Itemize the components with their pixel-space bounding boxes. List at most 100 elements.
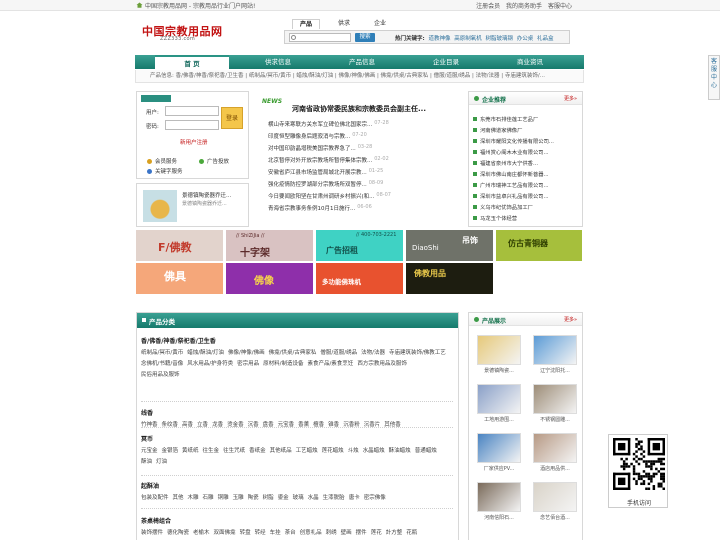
banner-bronze[interactable]: 仿古青铜器 bbox=[496, 230, 582, 261]
category-link[interactable]: 密宗佛像 bbox=[364, 495, 386, 501]
search-tab-product[interactable]: 产品 bbox=[292, 19, 320, 29]
company-item[interactable]: 河南佛道家佛像厂 bbox=[473, 126, 522, 134]
category-link[interactable]: 蜡烛/酥油/灯油 bbox=[187, 350, 224, 356]
category-link[interactable]: 车挂 bbox=[270, 530, 281, 536]
category-link[interactable]: 茶台 bbox=[285, 530, 296, 536]
hot-keyword[interactable]: 道教神像 bbox=[428, 36, 450, 42]
company-item[interactable]: 马龙玉个体经营 bbox=[473, 214, 517, 222]
category-link[interactable]: 装饰摆件 bbox=[141, 530, 163, 536]
banner-bead-machine[interactable]: 多功能佛珠机 bbox=[316, 263, 403, 294]
news-headline[interactable]: 河南省政协常委民族和宗教委员会副主任... bbox=[292, 104, 426, 114]
category-link[interactable]: 佛像/神像/佛画 bbox=[228, 350, 265, 356]
hot-keyword[interactable]: 办公桌 bbox=[517, 36, 534, 42]
category-link[interactable]: 黄纸纸 bbox=[182, 448, 199, 454]
product-card[interactable]: 酒店用品供... bbox=[533, 433, 577, 472]
category-link[interactable]: 寺庙建筑装饰/佛教工艺 bbox=[389, 350, 446, 356]
news-item[interactable]: 印度恒型雕像身后题寂消与宗教... 07-20 bbox=[268, 132, 460, 141]
category-link[interactable]: 唐卡 bbox=[349, 495, 360, 501]
category-link[interactable]: 壁画 bbox=[341, 530, 352, 536]
category-link[interactable]: 灯油 bbox=[156, 459, 167, 465]
category-link[interactable]: 原材料/制造设备 bbox=[263, 361, 303, 367]
product-card[interactable]: 辽宁沈阳托... bbox=[533, 335, 577, 374]
ad-service-link[interactable]: 广告投放 bbox=[199, 157, 229, 165]
category-link[interactable]: 陶瓷 bbox=[248, 495, 259, 501]
category-link[interactable]: 刺绣 bbox=[326, 530, 337, 536]
news-item[interactable]: 青海省宗教事务条例10月1日施行... 06-06 bbox=[268, 204, 460, 213]
category-link[interactable]: 工艺蜡烛 bbox=[296, 448, 318, 454]
category-link[interactable]: 酥油 bbox=[141, 459, 152, 465]
member-service-link[interactable]: 会员服务 bbox=[147, 157, 177, 165]
search-input[interactable] bbox=[289, 33, 351, 42]
company-item[interactable]: 深圳市益卓兴礼品有限公司... bbox=[473, 192, 549, 200]
category-link[interactable]: 酥油蜡烛 bbox=[389, 448, 411, 454]
category-title[interactable]: 茶桌椅组合 bbox=[141, 516, 453, 525]
news-item[interactable]: 强化疫情防控罗湖部分宗教场所双暂停... 08-09 bbox=[268, 180, 460, 189]
category-link[interactable]: 转经 bbox=[255, 530, 266, 536]
category-link[interactable]: 莲花蜡烛 bbox=[322, 448, 344, 454]
company-item[interactable]: 深圳市佛山南庄都怀新菩器... bbox=[473, 170, 549, 178]
category-link[interactable]: 佛龛/供桌/古典家私 bbox=[269, 350, 317, 356]
nav-companies[interactable]: 企业目录 bbox=[409, 55, 483, 69]
category-link[interactable]: 素食产品/素食烹饪 bbox=[307, 361, 353, 367]
category-link[interactable]: 铜雕 bbox=[218, 495, 229, 501]
featured-ad[interactable]: 景德镇陶瓷器乔迁... 景德镇陶瓷器乔迁... bbox=[136, 183, 249, 227]
hot-keyword[interactable]: 树脂玻璃钢 bbox=[485, 36, 513, 42]
category-link[interactable]: 树脂 bbox=[263, 495, 274, 501]
category-link[interactable]: 摆件 bbox=[356, 530, 367, 536]
nav-news[interactable]: 商业资讯 bbox=[493, 55, 567, 69]
nav-supply[interactable]: 供求信息 bbox=[241, 55, 315, 69]
banner-ritual-items[interactable]: 佛具 bbox=[136, 263, 223, 294]
category-link[interactable]: 玻璃 bbox=[293, 495, 304, 501]
product-card[interactable]: 景德镇陶瓷... bbox=[477, 335, 521, 374]
company-item[interactable]: 义乌市纪优饰品加工厂 bbox=[473, 203, 533, 211]
nav-products[interactable]: 产品信息 bbox=[325, 55, 399, 69]
category-link[interactable]: 香纸金 bbox=[249, 448, 266, 454]
category-link[interactable]: 双面佛龛 bbox=[214, 530, 236, 536]
category-link[interactable]: 莲花 bbox=[371, 530, 382, 536]
product-card[interactable]: 厂家供应PV... bbox=[477, 433, 521, 472]
category-link[interactable]: 法物/法器 bbox=[361, 350, 385, 356]
banner-pendant[interactable]: DiaoShi 吊饰 bbox=[406, 230, 493, 261]
product-card[interactable]: 河南信阳石... bbox=[477, 482, 521, 521]
category-link[interactable]: 普通蜡烛 bbox=[415, 448, 437, 454]
category-link[interactable]: 包装及配件 bbox=[141, 495, 169, 501]
company-item[interactable]: 广州市瑞神工艺品有限公司... bbox=[473, 181, 549, 189]
product-card[interactable]: 工地用游围... bbox=[477, 384, 521, 423]
category-link[interactable]: 花瓶 bbox=[406, 530, 417, 536]
mobile-qr[interactable]: 手机访问 bbox=[608, 434, 668, 508]
category-link[interactable]: 斗烛 bbox=[348, 448, 359, 454]
keyword-service-link[interactable]: 关键字服务 bbox=[147, 167, 183, 175]
home-icon[interactable] bbox=[136, 2, 143, 8]
company-item[interactable]: 东莞市石排佳莲工艺品厂 bbox=[473, 115, 538, 123]
category-link[interactable]: 创意礼品 bbox=[300, 530, 322, 536]
products-more-link[interactable]: 更多» bbox=[564, 316, 577, 323]
category-link[interactable]: 密宗用品 bbox=[237, 361, 259, 367]
banner-buddhism[interactable]: F/佛教 bbox=[136, 230, 223, 261]
category-link[interactable]: 民俗用品及服饰 bbox=[141, 372, 180, 378]
banner-ad-rental[interactable]: // 400-703-2221 广告招租 bbox=[316, 230, 403, 261]
category-link[interactable]: 鎏金 bbox=[278, 495, 289, 501]
username-input[interactable] bbox=[165, 106, 219, 116]
category-link[interactable]: 玉雕 bbox=[233, 495, 244, 501]
category-link[interactable]: 其他 bbox=[173, 495, 184, 501]
category-link[interactable]: 元宝金 bbox=[141, 448, 158, 454]
category-link[interactable]: 金银箔 bbox=[162, 448, 179, 454]
category-link[interactable]: 往生金 bbox=[203, 448, 220, 454]
category-link[interactable]: 往生咒纸 bbox=[223, 448, 245, 454]
category-link[interactable]: 木雕 bbox=[188, 495, 199, 501]
category-link[interactable]: 转盘 bbox=[240, 530, 251, 536]
category-link[interactable]: 水晶 bbox=[308, 495, 319, 501]
register-link[interactable]: 新用户注册 bbox=[180, 138, 208, 146]
category-link[interactable]: 生漆脱胎 bbox=[323, 495, 345, 501]
category-title[interactable]: 香/佛香/神香/祭祀香/卫生香 bbox=[141, 336, 453, 345]
subnav-links[interactable]: 香/佛香/神香/祭祀香/卫生香 | 纸制品/冥币/黄币 | 蜡烛/酥油/灯油 |… bbox=[176, 73, 545, 79]
search-button[interactable]: 搜索 bbox=[355, 33, 375, 42]
banner-statues[interactable]: 佛像 bbox=[226, 263, 313, 294]
company-item[interactable]: 福建省泉州市大宁供香... bbox=[473, 159, 538, 167]
news-item[interactable]: 北京暂停对外开放宗教场所暂停集体宗教... 02-02 bbox=[268, 156, 460, 165]
category-link[interactable]: 念佛机/书籍/音像 bbox=[141, 361, 183, 367]
category-link[interactable]: 风水用品/护身符类 bbox=[187, 361, 233, 367]
product-card[interactable]: 念艺佰台酒... bbox=[533, 482, 577, 521]
category-link[interactable]: 老榆木 bbox=[193, 530, 210, 536]
service-center-link[interactable]: 客服中心 bbox=[548, 3, 572, 10]
